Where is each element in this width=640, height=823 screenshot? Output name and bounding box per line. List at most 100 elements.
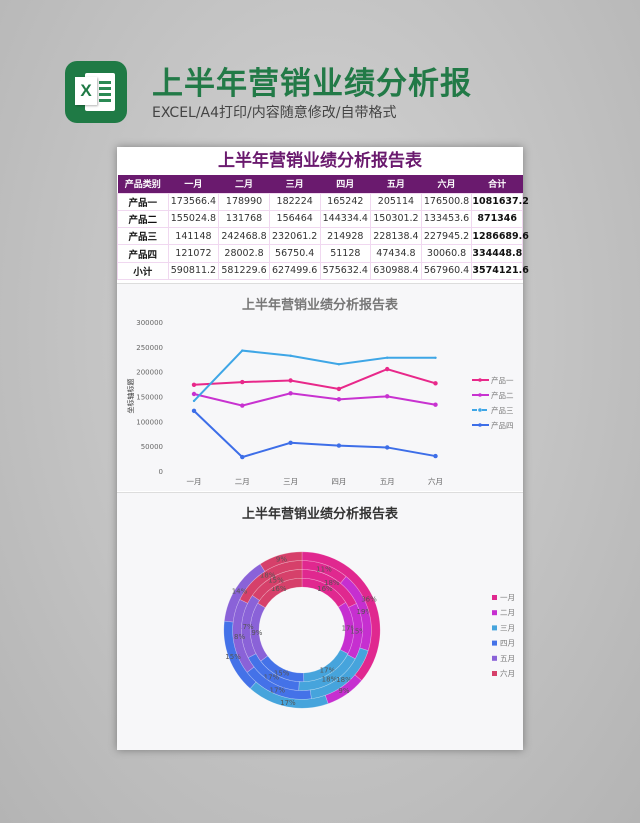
table-row: 产品三 141148 242468.8 232061.2 214928 228138.4 2… bbox=[117, 227, 529, 246]
donut-chart-title: 上半年营销业绩分析报告表 bbox=[241, 507, 398, 522]
table-cell: 227945.2 bbox=[420, 227, 473, 246]
data-point bbox=[191, 391, 197, 397]
table-cell: 28002.8 bbox=[218, 244, 270, 263]
table-cell: 141148 bbox=[167, 227, 220, 246]
data-point bbox=[240, 379, 245, 385]
donut-chart-panel: 上半年营销业绩分析报告表 16% 17% 17% 15% 19% 16% 18% 15% 18%… bbox=[117, 492, 523, 750]
data-point bbox=[289, 354, 292, 357]
legend-swatch bbox=[492, 671, 497, 676]
data-point bbox=[385, 366, 390, 372]
table-row: 小计 590811.2 581229.6 627499.6 575632.4 630988… bbox=[117, 261, 529, 280]
data-point bbox=[240, 403, 245, 408]
table-cell: 165242 bbox=[319, 192, 372, 211]
data-point bbox=[191, 408, 197, 414]
table-cell: 214928 bbox=[319, 227, 372, 246]
table-cell: 144334.4 bbox=[319, 209, 372, 229]
x-tick-label: 一月 bbox=[187, 477, 202, 486]
table-cell: 176500.8 bbox=[420, 192, 473, 211]
segment-label: 17% bbox=[280, 699, 296, 707]
legend-label: 三月 bbox=[500, 623, 515, 632]
table-cell: 567960.4 bbox=[420, 261, 473, 280]
row-label: 小计 bbox=[117, 261, 169, 280]
column-header: 六月 bbox=[421, 175, 472, 193]
y-tick-label: 50000 bbox=[141, 443, 163, 451]
table-cell: 51128 bbox=[319, 244, 372, 263]
table-cell: 131768 bbox=[218, 209, 270, 229]
data-point bbox=[336, 443, 342, 448]
table-cell: 133453.6 bbox=[420, 209, 473, 229]
table-cell: 871346 bbox=[471, 209, 523, 229]
table-cell: 334448.8 bbox=[471, 244, 523, 263]
data-point bbox=[433, 381, 438, 386]
legend-marker bbox=[478, 393, 482, 397]
legend-label: 一月 bbox=[500, 593, 515, 602]
y-tick-label: 200000 bbox=[136, 369, 163, 377]
y-axis-title: 坐标轴标题 bbox=[126, 379, 135, 414]
column-header: 合计 bbox=[471, 175, 523, 193]
legend-label: 产品二 bbox=[491, 390, 514, 400]
legend-swatch bbox=[492, 610, 497, 616]
column-header: 一月 bbox=[168, 175, 219, 193]
row-label: 产品三 bbox=[117, 227, 169, 246]
report-sheet: 上半年营销业绩分析报告表 产品类别 一月 二月 三月 四月 五月 六月 合计 产品一 173566… bbox=[117, 147, 529, 750]
x-tick-label: 六月 bbox=[428, 476, 443, 486]
x-tick-label: 三月 bbox=[283, 477, 298, 486]
legend-swatch bbox=[492, 655, 497, 661]
table-cell: 178990 bbox=[218, 192, 270, 211]
table-cell: 173566.4 bbox=[167, 192, 220, 211]
excel-logo: X bbox=[65, 61, 127, 123]
x-tick-label: 五月 bbox=[380, 477, 395, 486]
donut-chart: 16%17%17%15%19%16%18%15%18%17%17%15%11%1… bbox=[223, 551, 515, 709]
column-header: 五月 bbox=[370, 175, 422, 193]
table-cell: 575632.4 bbox=[319, 261, 372, 280]
segment-label: 36% bbox=[361, 595, 377, 603]
legend-swatch bbox=[492, 625, 497, 631]
data-point bbox=[337, 363, 341, 366]
table-row: 产品四 121072 28002.8 56750.4 51128 47434.8 30060… bbox=[117, 244, 523, 263]
data-point bbox=[288, 440, 293, 446]
y-tick-label: 0 bbox=[159, 468, 163, 476]
header-subtitle: EXCEL/A4打印/内容随意修改/自带格式 bbox=[152, 105, 397, 121]
legend-label: 五月 bbox=[500, 654, 515, 663]
legend-label: 六月 bbox=[500, 668, 515, 678]
header-title: 上半年营销业绩分析报 bbox=[152, 66, 472, 102]
table-cell: 121072 bbox=[167, 244, 220, 263]
table-cell: 228138.4 bbox=[370, 227, 422, 246]
table-cell: 630988.4 bbox=[370, 261, 422, 280]
data-point bbox=[336, 386, 342, 392]
table-cell: 1286689.6 bbox=[471, 227, 529, 246]
legend-marker bbox=[478, 408, 482, 412]
y-tick-label: 150000 bbox=[136, 394, 163, 402]
legend-label: 产品四 bbox=[491, 420, 514, 430]
series-line-1 bbox=[193, 368, 436, 390]
data-point bbox=[434, 356, 437, 359]
column-header: 三月 bbox=[269, 175, 320, 193]
table-cell: 56750.4 bbox=[268, 244, 321, 263]
data-point bbox=[386, 356, 389, 359]
legend-swatch bbox=[492, 640, 497, 646]
y-tick-label: 100000 bbox=[136, 418, 163, 426]
legend-marker bbox=[478, 378, 482, 382]
segment-label: 15% bbox=[225, 653, 241, 661]
table-cell: 155024.8 bbox=[167, 209, 220, 229]
y-tick-label: 300000 bbox=[136, 319, 163, 327]
data-point bbox=[288, 378, 293, 383]
series-line-3 bbox=[193, 349, 436, 402]
table-cell: 150301.2 bbox=[370, 209, 422, 229]
data-point bbox=[336, 397, 342, 402]
table-title: 上半年营销业绩分析报告表 bbox=[218, 151, 422, 171]
segment-label: 14% bbox=[232, 587, 248, 595]
data-point bbox=[191, 382, 197, 387]
column-header: 二月 bbox=[218, 175, 270, 193]
legend-label: 产品一 bbox=[491, 375, 514, 385]
data-point bbox=[288, 391, 293, 396]
legend-label: 产品三 bbox=[491, 405, 514, 415]
table-cell: 156464 bbox=[268, 209, 321, 229]
data-point bbox=[192, 399, 196, 403]
segment-label: 9% bbox=[338, 687, 349, 695]
data-point bbox=[433, 453, 438, 459]
table-cell: 590811.2 bbox=[167, 261, 220, 280]
table-cell: 627499.6 bbox=[268, 261, 321, 280]
data-point bbox=[433, 402, 438, 407]
data-point bbox=[241, 349, 244, 352]
